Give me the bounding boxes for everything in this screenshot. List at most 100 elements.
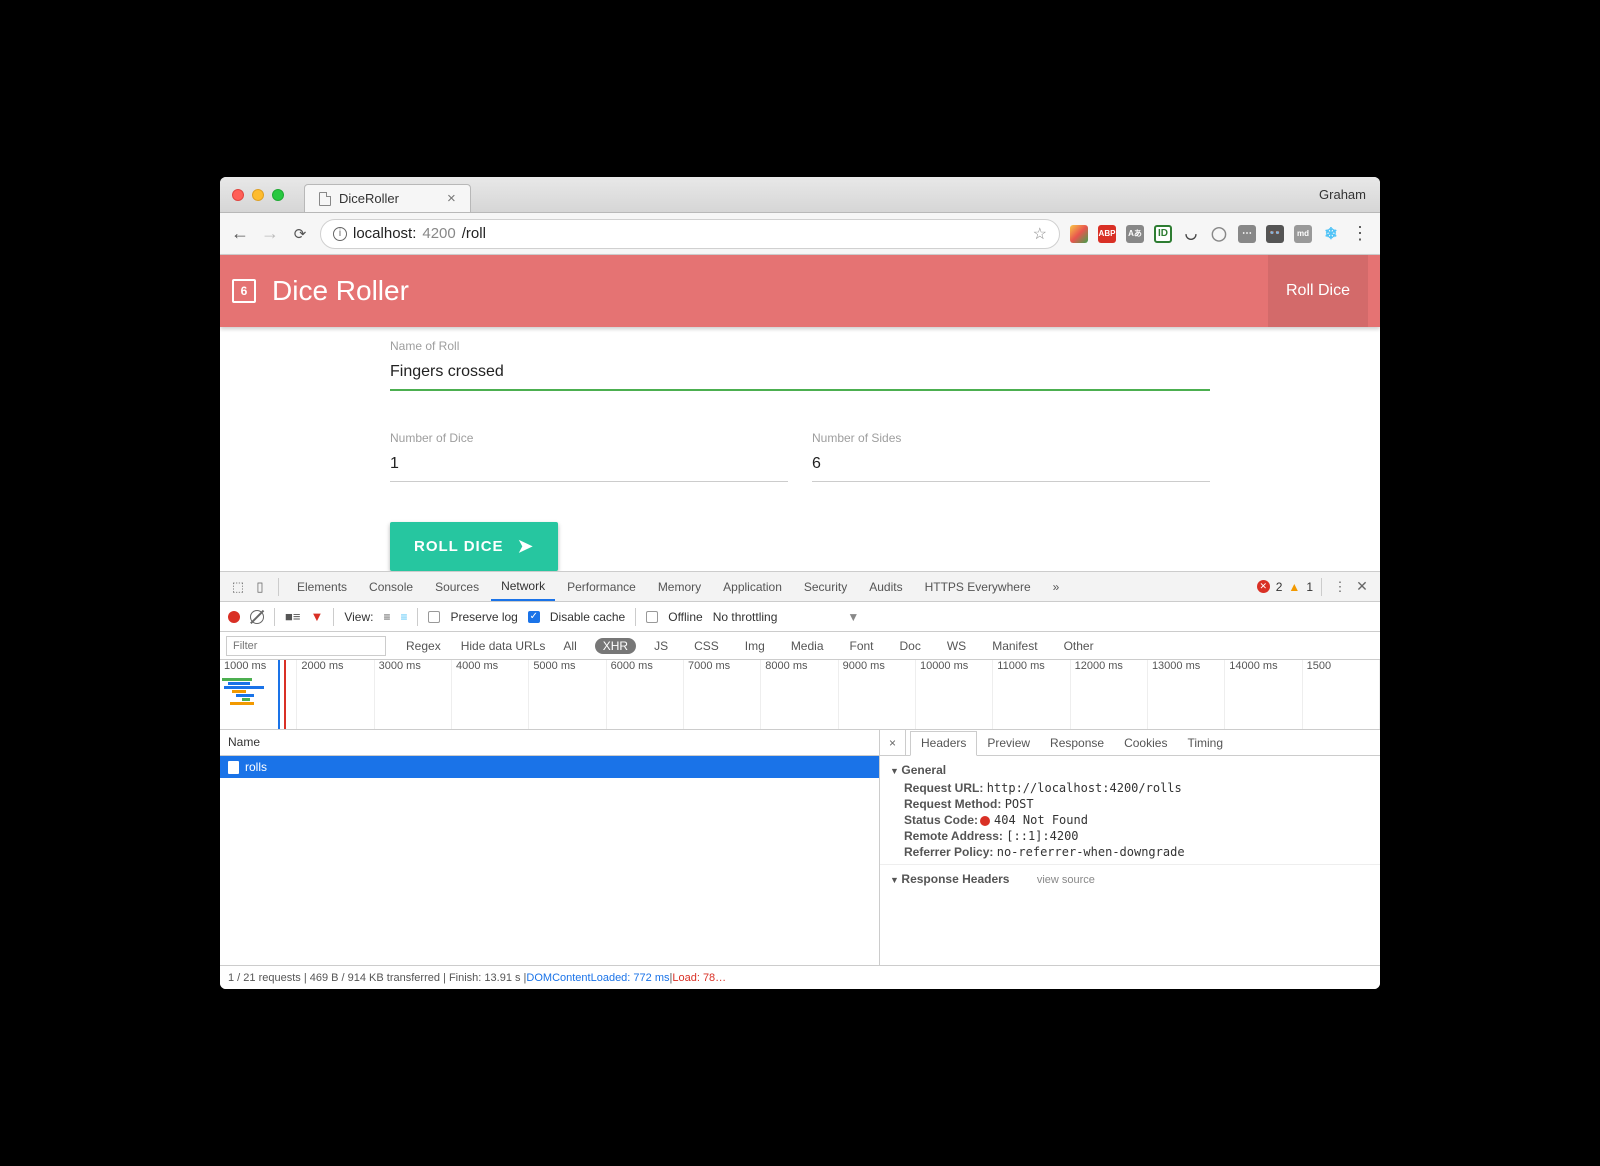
extension-icon[interactable]: ◯ — [1210, 225, 1228, 243]
tab-console[interactable]: Console — [359, 572, 423, 601]
network-body: Name rolls × Headers Preview Response Co… — [220, 730, 1380, 965]
url-input[interactable]: i localhost:4200/roll ☆ — [320, 219, 1060, 249]
filter-icon[interactable]: ▼ — [310, 609, 323, 624]
extension-icon[interactable]: ❄ — [1322, 225, 1340, 243]
filter-all[interactable]: All — [555, 638, 584, 654]
tab-preview[interactable]: Preview — [977, 730, 1040, 755]
filter-js[interactable]: JS — [646, 638, 676, 654]
column-name[interactable]: Name — [220, 730, 879, 756]
num-sides-input[interactable] — [812, 451, 1210, 482]
tab-sources[interactable]: Sources — [425, 572, 489, 601]
name-input[interactable] — [390, 359, 1210, 391]
tab-elements[interactable]: Elements — [287, 572, 357, 601]
tab-security[interactable]: Security — [794, 572, 857, 601]
nav-roll-dice[interactable]: Roll Dice — [1268, 255, 1368, 327]
chrome-menu-icon[interactable]: ⋮ — [1350, 223, 1370, 244]
section-response-headers[interactable]: Response Headers view source — [890, 869, 1370, 889]
tab-cookies[interactable]: Cookies — [1114, 730, 1177, 755]
hide-urls-label: Hide data URLs — [461, 639, 546, 653]
error-badge-icon[interactable]: ✕ — [1257, 580, 1270, 593]
tab-application[interactable]: Application — [713, 572, 792, 601]
maximize-window-icon[interactable] — [272, 189, 284, 201]
view-source-link[interactable]: view source — [1037, 874, 1095, 886]
filter-css[interactable]: CSS — [686, 638, 727, 654]
tab-headers[interactable]: Headers — [910, 731, 977, 756]
tab-audits[interactable]: Audits — [859, 572, 912, 601]
reload-button[interactable]: ⟳ — [290, 225, 310, 243]
minimize-window-icon[interactable] — [252, 189, 264, 201]
filter-other[interactable]: Other — [1056, 638, 1102, 654]
pocket-icon[interactable]: ◡ — [1182, 225, 1200, 243]
disable-cache-checkbox[interactable]: ✓ — [528, 611, 540, 623]
close-window-icon[interactable] — [232, 189, 244, 201]
extension-icon[interactable]: ID — [1154, 225, 1172, 243]
more-tabs-icon[interactable]: » — [1043, 572, 1070, 601]
inspect-icon[interactable]: ⬚ — [228, 579, 248, 595]
status-dcl: DOMContentLoaded: 772 ms — [526, 972, 669, 984]
filter-doc[interactable]: Doc — [892, 638, 929, 654]
throttling-select[interactable]: No throttling — [713, 610, 778, 624]
details-tabs: × Headers Preview Response Cookies Timin… — [880, 730, 1380, 756]
extension-icon[interactable] — [1070, 225, 1088, 243]
network-timeline[interactable]: 1000 ms 2000 ms 3000 ms 4000 ms 5000 ms … — [220, 660, 1380, 730]
extension-icon[interactable]: 👓 — [1266, 225, 1284, 243]
back-button[interactable]: ← — [230, 223, 250, 244]
record-icon[interactable] — [228, 611, 240, 623]
extension-icon[interactable]: ⋯ — [1238, 225, 1256, 243]
section-general[interactable]: General — [890, 760, 1370, 780]
filter-xhr[interactable]: XHR — [595, 638, 636, 654]
status-load: Load: 78… — [672, 972, 726, 984]
document-icon — [228, 761, 239, 774]
offline-checkbox[interactable] — [646, 611, 658, 623]
num-dice-input[interactable] — [390, 451, 788, 482]
screenshot-icon[interactable]: ■≡ — [285, 609, 300, 624]
forward-button[interactable]: → — [260, 223, 280, 244]
warning-badge-icon[interactable]: ▲ — [1288, 580, 1300, 594]
close-details-icon[interactable]: × — [880, 730, 906, 755]
tab-memory[interactable]: Memory — [648, 572, 711, 601]
preserve-log-checkbox[interactable] — [428, 611, 440, 623]
tab-network[interactable]: Network — [491, 572, 555, 601]
tab-timing[interactable]: Timing — [1177, 730, 1233, 755]
view-waterfall-icon[interactable]: ≡ — [400, 610, 407, 624]
filter-media[interactable]: Media — [783, 638, 832, 654]
adblock-icon[interactable]: ABP — [1098, 225, 1116, 243]
num-sides-field: Number of Sides — [812, 431, 1210, 482]
tab-title: DiceRoller — [339, 191, 399, 206]
send-icon: ➤ — [518, 536, 534, 557]
close-devtools-icon[interactable]: ✕ — [1352, 578, 1372, 595]
request-row[interactable]: rolls — [220, 756, 879, 778]
url-path: /roll — [462, 225, 486, 242]
tick: 12000 ms — [1071, 660, 1148, 729]
throttling-chevron-icon[interactable]: ▼ — [847, 610, 859, 624]
tab-response[interactable]: Response — [1040, 730, 1114, 755]
titlebar: DiceRoller × Graham — [220, 177, 1380, 213]
profile-name[interactable]: Graham — [1319, 187, 1366, 202]
clear-icon[interactable] — [250, 610, 264, 624]
extension-icon[interactable]: md — [1294, 225, 1312, 243]
translate-icon[interactable]: Aあ — [1126, 225, 1144, 243]
dcl-marker — [278, 660, 280, 729]
filter-font[interactable]: Font — [842, 638, 882, 654]
filter-ws[interactable]: WS — [939, 638, 974, 654]
close-tab-icon[interactable]: × — [447, 190, 456, 207]
device-toggle-icon[interactable]: ▯ — [250, 579, 270, 595]
bookmark-icon[interactable]: ☆ — [1033, 224, 1047, 244]
tab-performance[interactable]: Performance — [557, 572, 646, 601]
request-details: × Headers Preview Response Cookies Timin… — [880, 730, 1380, 965]
filter-img[interactable]: Img — [737, 638, 773, 654]
tick: 5000 ms — [529, 660, 606, 729]
filter-manifest[interactable]: Manifest — [984, 638, 1045, 654]
kv-row: Referrer Policy: no-referrer-when-downgr… — [890, 844, 1370, 860]
tick: 13000 ms — [1148, 660, 1225, 729]
browser-tab[interactable]: DiceRoller × — [304, 184, 471, 212]
devtools-menu-icon[interactable]: ⋮ — [1330, 579, 1350, 595]
roll-form: Name of Roll Number of Dice Number of Si… — [390, 339, 1210, 571]
roll-dice-button[interactable]: ROLL DICE ➤ — [390, 522, 558, 571]
tab-https-everywhere[interactable]: HTTPS Everywhere — [915, 572, 1041, 601]
site-info-icon[interactable]: i — [333, 227, 347, 241]
name-label: Name of Roll — [390, 339, 1210, 353]
view-large-icon[interactable]: ≡ — [383, 610, 390, 624]
kv-row: Remote Address: [::1]:4200 — [890, 828, 1370, 844]
filter-input[interactable] — [226, 636, 386, 656]
